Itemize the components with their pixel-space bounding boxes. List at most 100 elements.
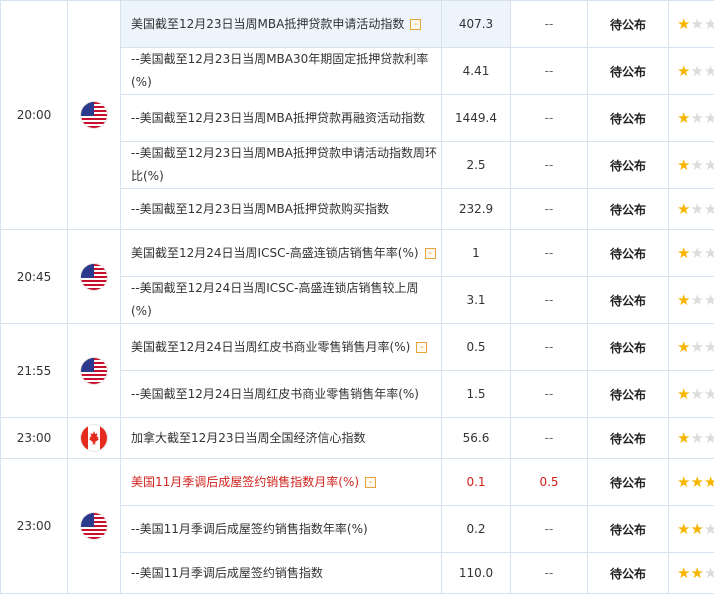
star-filled-icon: ★ [677, 156, 690, 174]
event-name[interactable]: --美国截至12月23日当周MBA抵押贷款购买指数 [121, 189, 442, 230]
star-filled-icon: ★ [690, 473, 703, 491]
status-value: 待公布 [588, 189, 669, 230]
star-filled-icon: ★ [677, 520, 690, 538]
us-flag-icon [81, 264, 107, 290]
actual-value: 1.5 [442, 371, 511, 418]
star-empty-icon: ★ [690, 109, 703, 127]
actual-value: 0.1 [442, 459, 511, 506]
star-empty-icon: ★ [690, 15, 703, 33]
event-name[interactable]: --美国截至12月23日当周MBA抵押贷款申请活动指数周环比(%) [121, 142, 442, 189]
star-empty-icon: ★ [704, 62, 714, 80]
status-value: 待公布 [588, 142, 669, 189]
status-value: 待公布 [588, 371, 669, 418]
star-empty-icon: ★ [690, 385, 703, 403]
star-empty-icon: ★ [690, 200, 703, 218]
forecast-value: -- [511, 48, 588, 95]
table-row[interactable]: 20:00 美国截至12月23日当周MBA抵押贷款申请活动指数- 407.3 -… [1, 1, 714, 48]
star-empty-icon: ★ [704, 338, 714, 356]
flag-cell [68, 459, 121, 594]
status-value: 待公布 [588, 506, 669, 553]
star-empty-icon: ★ [704, 109, 714, 127]
star-empty-icon: ★ [690, 156, 703, 174]
forecast-value: -- [511, 371, 588, 418]
event-time: 21:55 [1, 324, 68, 418]
event-name[interactable]: --美国11月季调后成屋签约销售指数年率(%) [121, 506, 442, 553]
event-time: 23:00 [1, 459, 68, 594]
status-value: 待公布 [588, 324, 669, 371]
star-filled-icon: ★ [704, 473, 714, 491]
star-filled-icon: ★ [677, 244, 690, 262]
status-value: 待公布 [588, 1, 669, 48]
actual-value: 56.6 [442, 418, 511, 459]
importance-stars: ★★★ [669, 418, 714, 459]
forecast-value: -- [511, 553, 588, 594]
forecast-value: -- [511, 142, 588, 189]
star-empty-icon: ★ [704, 385, 714, 403]
star-filled-icon: ★ [690, 564, 703, 582]
forecast-value: -- [511, 506, 588, 553]
forecast-value: -- [511, 1, 588, 48]
event-name[interactable]: 美国截至12月24日当周红皮书商业零售销售月率(%)- [121, 324, 442, 371]
importance-stars: ★★★ [669, 371, 714, 418]
table-row[interactable]: 21:55 美国截至12月24日当周红皮书商业零售销售月率(%)- 0.5 --… [1, 324, 714, 371]
star-filled-icon: ★ [677, 385, 690, 403]
star-filled-icon: ★ [677, 564, 690, 582]
star-empty-icon: ★ [690, 62, 703, 80]
event-name[interactable]: 美国截至12月24日当周ICSC-高盛连锁店销售年率(%)- [121, 230, 442, 277]
event-name[interactable]: --美国11月季调后成屋签约销售指数 [121, 553, 442, 594]
star-empty-icon: ★ [690, 429, 703, 447]
event-name[interactable]: 美国11月季调后成屋签约销售指数月率(%)- [121, 459, 442, 506]
flag-cell [68, 1, 121, 230]
event-name-text: 美国11月季调后成屋签约销售指数月率(%) [131, 475, 359, 489]
event-name[interactable]: 加拿大截至12月23日当周全国经济信心指数 [121, 418, 442, 459]
status-value: 待公布 [588, 48, 669, 95]
star-empty-icon: ★ [690, 291, 703, 309]
expand-toggle[interactable]: - [410, 19, 421, 30]
event-name[interactable]: --美国截至12月23日当周MBA抵押贷款再融资活动指数 [121, 95, 442, 142]
flag-cell [68, 324, 121, 418]
importance-stars: ★★★ [669, 230, 714, 277]
status-value: 待公布 [588, 230, 669, 277]
actual-value: 1449.4 [442, 95, 511, 142]
forecast-value: -- [511, 230, 588, 277]
actual-value: 1 [442, 230, 511, 277]
status-value: 待公布 [588, 459, 669, 506]
us-flag-icon [81, 102, 107, 128]
actual-value: 0.5 [442, 324, 511, 371]
event-name-text: 美国截至12月24日当周红皮书商业零售销售月率(%) [131, 340, 410, 354]
flag-cell [68, 418, 121, 459]
star-filled-icon: ★ [677, 200, 690, 218]
event-name[interactable]: --美国截至12月23日当周MBA30年期固定抵押贷款利率(%) [121, 48, 442, 95]
star-empty-icon: ★ [690, 244, 703, 262]
event-time: 20:45 [1, 230, 68, 324]
star-empty-icon: ★ [704, 429, 714, 447]
forecast-value: -- [511, 324, 588, 371]
star-filled-icon: ★ [677, 429, 690, 447]
event-name[interactable]: --美国截至12月24日当周ICSC-高盛连锁店销售较上周(%) [121, 277, 442, 324]
economic-calendar-table: 20:00 美国截至12月23日当周MBA抵押贷款申请活动指数- 407.3 -… [0, 0, 714, 594]
expand-toggle[interactable]: - [416, 342, 427, 353]
importance-stars: ★★★ [669, 506, 714, 553]
expand-toggle[interactable]: - [365, 477, 376, 488]
star-empty-icon: ★ [704, 15, 714, 33]
importance-stars: ★★★ [669, 142, 714, 189]
event-name-text: 美国截至12月24日当周ICSC-高盛连锁店销售年率(%) [131, 246, 419, 260]
flag-cell [68, 230, 121, 324]
star-filled-icon: ★ [677, 473, 690, 491]
status-value: 待公布 [588, 553, 669, 594]
importance-stars: ★★★ [669, 1, 714, 48]
event-name[interactable]: 美国截至12月23日当周MBA抵押贷款申请活动指数- [121, 1, 442, 48]
actual-value: 3.1 [442, 277, 511, 324]
star-empty-icon: ★ [704, 564, 714, 582]
star-filled-icon: ★ [677, 291, 690, 309]
actual-value: 2.5 [442, 142, 511, 189]
table-row[interactable]: 23:00 美国11月季调后成屋签约销售指数月率(%)- 0.1 0.5 待公布… [1, 459, 714, 506]
event-name[interactable]: --美国截至12月24日当周红皮书商业零售销售年率(%) [121, 371, 442, 418]
status-value: 待公布 [588, 95, 669, 142]
actual-value: 407.3 [442, 1, 511, 48]
table-row[interactable]: 20:45 美国截至12月24日当周ICSC-高盛连锁店销售年率(%)- 1 -… [1, 230, 714, 277]
event-name-text: 美国截至12月23日当周MBA抵押贷款申请活动指数 [131, 17, 404, 31]
forecast-value: 0.5 [511, 459, 588, 506]
table-row[interactable]: 23:00 加拿大截至12月23日当周全国经济信心指数 56.6 -- 待公布 … [1, 418, 714, 459]
expand-toggle[interactable]: - [425, 248, 436, 259]
